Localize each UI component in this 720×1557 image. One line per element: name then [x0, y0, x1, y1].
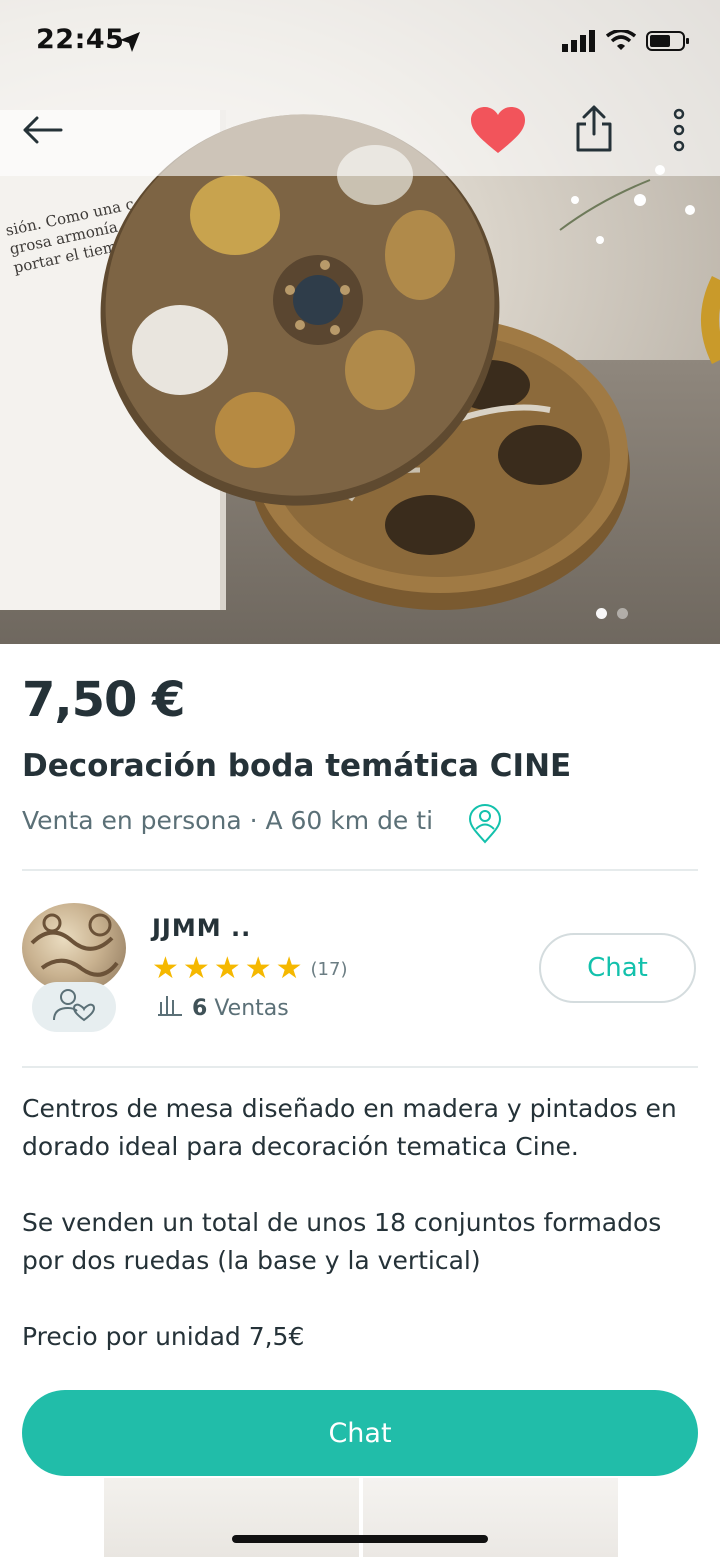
status-time: 22:45 [36, 24, 125, 55]
star-icon: ★ [182, 951, 210, 986]
related-item-thumbnail[interactable] [363, 1478, 618, 1557]
description-paragraph: Se venden un total de unos 18 conjuntos … [22, 1208, 662, 1275]
chat-button-main[interactable]: Chat [22, 1390, 698, 1476]
product-price: 7,50 € [22, 672, 186, 728]
pagination-dot [617, 608, 628, 619]
description-paragraph: Precio por unidad 7,5€ [22, 1322, 305, 1351]
back-arrow-icon[interactable] [20, 110, 64, 150]
divider [22, 869, 698, 871]
seller-sales: 6 Ventas [158, 994, 289, 1022]
wifi-icon [605, 28, 637, 56]
product-description: Centros de mesa diseñado en madera y pin… [22, 1090, 702, 1394]
delivery-info: Venta en persona · A 60 km de ti [22, 806, 434, 835]
share-icon[interactable] [570, 104, 618, 154]
star-icon: ★ [213, 951, 241, 986]
location-pin-person-icon[interactable] [468, 803, 502, 848]
user-heart-icon [52, 988, 96, 1026]
battery-icon [646, 30, 690, 56]
home-indicator[interactable] [232, 1535, 488, 1543]
product-title: Decoración boda temática CINE [22, 748, 572, 784]
signal-icon [562, 30, 596, 56]
star-icon: ★ [275, 951, 303, 986]
sales-label: Ventas [214, 995, 289, 1021]
divider [22, 1066, 698, 1068]
chat-button-seller[interactable]: Chat [539, 933, 696, 1003]
more-options-icon[interactable] [666, 106, 692, 154]
seller-rating[interactable]: ★ ★ ★ ★ ★ (17) [152, 954, 347, 984]
description-paragraph: Centros de mesa diseñado en madera y pin… [22, 1094, 677, 1161]
location-arrow-icon [118, 30, 142, 58]
review-count: (17) [310, 958, 348, 980]
star-icon: ★ [244, 951, 272, 986]
seller-avatar[interactable] [22, 903, 126, 993]
favorite-heart-icon[interactable] [470, 106, 526, 156]
star-icon: ★ [152, 951, 179, 986]
status-indicators [562, 28, 690, 56]
bar-chart-icon [158, 994, 182, 1022]
related-item-thumbnail[interactable] [104, 1478, 359, 1557]
seller-name[interactable]: JJMM .. [152, 914, 251, 942]
seller-badge [32, 982, 116, 1032]
carousel-pagination [596, 608, 628, 619]
sales-count: 6 [192, 995, 208, 1021]
pagination-dot-active [596, 608, 607, 619]
